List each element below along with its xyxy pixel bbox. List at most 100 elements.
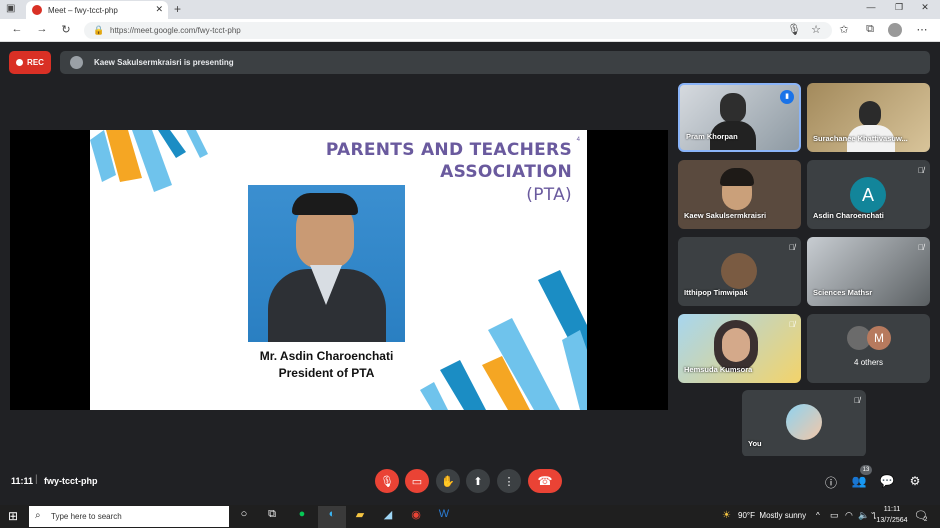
- participant-avatar: [721, 253, 757, 289]
- address-bar[interactable]: 🔒 https://meet.google.com/fwy-tcct-php: [84, 22, 832, 39]
- tray-chevron-icon[interactable]: ^: [816, 511, 820, 520]
- participant-avatar: M: [867, 326, 891, 350]
- volume-icon[interactable]: 🔈: [858, 510, 869, 521]
- meeting-time: 11:11: [11, 476, 34, 486]
- mic-off-button[interactable]: 🎙: [375, 469, 399, 493]
- present-screen-button[interactable]: ⬆: [466, 469, 490, 493]
- raise-hand-button[interactable]: ✋: [436, 469, 460, 493]
- participant-tile[interactable]: Surachanee Khattivasuw...: [807, 83, 930, 152]
- favorite-icon[interactable]: ☆: [808, 23, 824, 36]
- slide-title-line3: (PTA): [526, 185, 572, 205]
- muted-mic-icon: 🎙̸: [854, 396, 860, 405]
- profile-avatar[interactable]: [888, 23, 902, 37]
- self-avatar: [786, 404, 822, 440]
- more-options-button[interactable]: ⋮: [497, 469, 521, 493]
- participant-tile[interactable]: ▮ Pram Khorpan: [678, 83, 801, 152]
- presenter-avatar: [70, 56, 83, 69]
- participant-name: Kaew Sakulsermkraisri: [684, 211, 767, 220]
- close-window-icon[interactable]: ✕: [916, 2, 934, 13]
- window-menu-icon[interactable]: ▣: [6, 3, 15, 14]
- close-tab-icon[interactable]: ✕: [155, 4, 163, 15]
- presenting-banner: Kaew Sakulsermkraisri is presenting: [60, 51, 930, 74]
- participant-tile[interactable]: 🎙̸ Hemsuda Kumsora: [678, 314, 801, 383]
- leave-call-button[interactable]: ☎: [528, 469, 562, 493]
- slide-caption-name: Mr. Asdin Charoenchati: [259, 349, 394, 363]
- self-tile[interactable]: 🎙̸ You: [742, 390, 866, 457]
- slide-caption-role: President of PTA: [278, 366, 375, 380]
- tab-title: Meet – fwy-tcct-php: [48, 5, 118, 15]
- weather-icon: ☀: [722, 510, 731, 521]
- muted-mic-icon: 🎙̸: [789, 320, 795, 329]
- cortana-icon[interactable]: ○: [236, 508, 252, 524]
- muted-mic-icon: 🎙̸: [789, 243, 795, 252]
- record-dot-icon: [16, 59, 24, 66]
- meeting-code: fwy-tcct-php: [44, 476, 98, 486]
- participant-tile[interactable]: Kaew Sakulsermkraisri: [678, 160, 801, 229]
- maximize-icon[interactable]: ❐: [890, 2, 908, 13]
- word-icon[interactable]: W: [436, 508, 452, 524]
- recording-favicon-icon: [32, 5, 42, 15]
- people-icon[interactable]: 👥: [849, 474, 869, 488]
- chat-icon[interactable]: 💬: [877, 474, 897, 488]
- participant-name: Surachanee Khattivasuw...: [813, 134, 908, 143]
- meeting-details-icon[interactable]: ⓘ: [821, 474, 841, 491]
- muted-mic-icon: 🎙̸: [918, 166, 924, 175]
- presenting-text: Kaew Sakulsermkraisri is presenting: [94, 58, 234, 67]
- participant-tile[interactable]: M 4 others: [807, 314, 930, 383]
- file-explorer-icon[interactable]: ▰: [352, 508, 368, 524]
- participant-name: Asdin Charoenchati: [813, 211, 884, 220]
- participant-name: Hemsuda Kumsora: [684, 365, 753, 374]
- favorites-bar-icon[interactable]: ✩: [836, 23, 852, 36]
- edge-icon[interactable]: ◐: [324, 508, 340, 524]
- others-count: 4 others: [854, 358, 883, 367]
- participant-count-badge: 13: [860, 465, 872, 475]
- slide-title-line2: ASSOCIATION: [440, 162, 572, 182]
- participant-name: Pram Khorpan: [686, 132, 738, 141]
- reload-icon[interactable]: ↻: [58, 23, 74, 36]
- lock-icon: 🔒: [93, 25, 105, 35]
- camera-off-button[interactable]: ▭: [405, 469, 429, 493]
- participant-avatar: A: [850, 177, 886, 213]
- clock-date[interactable]: 13/7/2564: [874, 517, 910, 524]
- participant-tile[interactable]: 🎙̸ Sciences Mathsr: [807, 237, 930, 306]
- notification-count: 2: [924, 517, 928, 523]
- search-icon: ⌕: [35, 510, 41, 521]
- recording-badge: REC: [9, 51, 51, 74]
- slide-decor-top: [90, 130, 208, 192]
- back-icon[interactable]: ←: [9, 23, 25, 35]
- portrait-photo: [248, 185, 405, 342]
- weather-text: 90°F Mostly sunny: [738, 511, 807, 520]
- url-text: https://meet.google.com/fwy-tcct-php: [110, 26, 241, 35]
- taskbar-search-box[interactable]: ⌕ Type here to search: [29, 506, 229, 527]
- muted-mic-icon: 🎙̸: [918, 243, 924, 252]
- slide-decor-bottom: [420, 270, 587, 410]
- start-icon[interactable]: ⊞: [8, 509, 18, 523]
- presentation-slide: PARENTS AND TEACHERS ASSOCIATION (PTA) 4…: [90, 130, 587, 410]
- clock-time[interactable]: 11:11: [874, 506, 910, 513]
- browser-tab[interactable]: Meet – fwy-tcct-php ✕: [26, 1, 168, 19]
- speaking-indicator-icon: ▮: [780, 90, 794, 104]
- rec-label: REC: [27, 58, 44, 67]
- activities-icon[interactable]: ⚙: [905, 474, 925, 488]
- line-app-icon[interactable]: ●: [294, 508, 310, 524]
- forward-icon[interactable]: →: [34, 23, 50, 35]
- divider: |: [35, 474, 38, 485]
- microphone-icon[interactable]: 🎙: [786, 23, 802, 36]
- participant-name: Itthipop Timwipak: [684, 288, 748, 297]
- app-icon[interactable]: ◢: [380, 508, 396, 524]
- task-view-icon[interactable]: ⧉: [264, 508, 280, 524]
- participant-tile[interactable]: 🎙̸ A Asdin Charoenchati: [807, 160, 930, 229]
- slide-page-number: 4: [576, 137, 580, 143]
- wifi-icon[interactable]: ◠: [845, 510, 853, 521]
- self-label: You: [748, 439, 762, 448]
- participant-name: Sciences Mathsr: [813, 288, 873, 297]
- chrome-icon[interactable]: ◉: [408, 508, 424, 524]
- new-tab-icon[interactable]: +: [174, 2, 181, 16]
- slide-title-line1: PARENTS AND TEACHERS: [325, 140, 572, 160]
- network-icon[interactable]: ▭: [830, 510, 839, 521]
- participant-tile[interactable]: 🎙̸ Itthipop Timwipak: [678, 237, 801, 306]
- search-placeholder: Type here to search: [51, 512, 122, 521]
- minimize-icon[interactable]: —: [862, 2, 880, 12]
- collections-icon[interactable]: ⧉: [862, 23, 878, 36]
- more-menu-icon[interactable]: ⋯: [914, 23, 930, 36]
